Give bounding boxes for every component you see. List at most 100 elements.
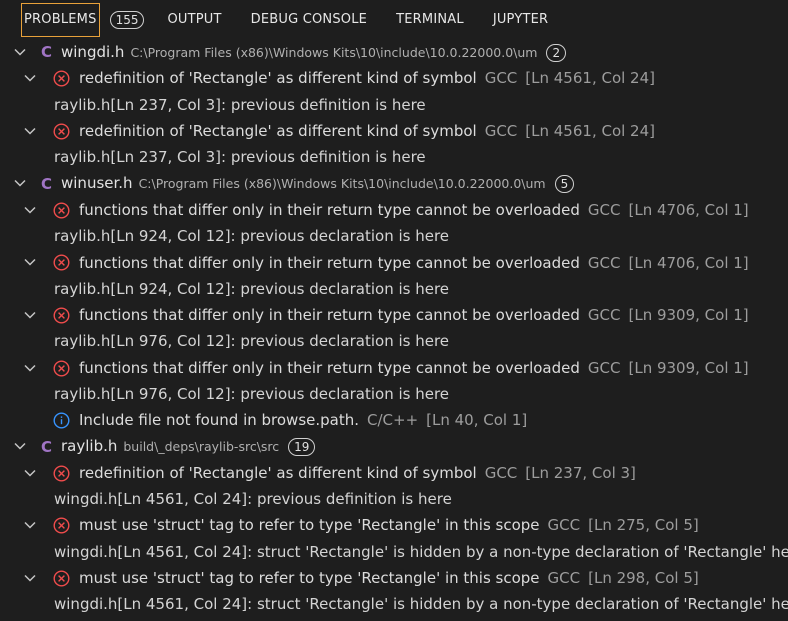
related-info-text: raylib.h[Ln 924, Col 12]: previous decla… xyxy=(54,227,450,246)
chevron-down-icon[interactable] xyxy=(22,570,38,586)
error-icon xyxy=(53,570,70,587)
tab-jupyter[interactable]: JUPYTER xyxy=(490,3,551,37)
file-path: build\_deps\raylib-src\src xyxy=(123,439,280,455)
problem-location: [Ln 9309, Col 1] xyxy=(628,306,749,325)
file-group-row[interactable]: Cwingdi.h C:\Program Files (x86)\Windows … xyxy=(0,39,788,65)
related-info-text: raylib.h[Ln 976, Col 12]: previous decla… xyxy=(54,385,450,403)
problem-row[interactable]: redefinition of 'Rectangle' as different… xyxy=(0,65,788,91)
problem-message: must use 'struct' tag to refer to type '… xyxy=(79,516,540,535)
related-info-row[interactable]: wingdi.h[Ln 4561, Col 24]: struct 'Recta… xyxy=(0,591,788,617)
related-info-text: wingdi.h[Ln 4561, Col 24]: struct 'Recta… xyxy=(54,542,788,561)
problem-location: [Ln 237, Col 3] xyxy=(525,463,636,482)
tab-output[interactable]: OUTPUT xyxy=(164,3,224,37)
file-group-row[interactable]: Cwinuser.h C:\Program Files (x86)\Windows… xyxy=(0,170,788,196)
info-icon xyxy=(53,412,70,429)
problem-location: [Ln 40, Col 1] xyxy=(426,411,528,430)
problem-source: GCC xyxy=(587,200,621,219)
problem-row[interactable]: must use 'struct' tag to refer to type '… xyxy=(0,512,788,538)
chevron-down-icon[interactable] xyxy=(22,70,38,86)
problem-source: GCC xyxy=(484,69,518,88)
problem-row[interactable]: Include file not found in browse.path. C/… xyxy=(0,407,788,433)
problem-message: redefinition of 'Rectangle' as different… xyxy=(79,463,477,482)
related-info-row[interactable]: wingdi.h[Ln 4561, Col 24]: struct 'Recta… xyxy=(0,539,788,565)
problem-source: GCC xyxy=(587,358,621,377)
problem-message: must use 'struct' tag to refer to type '… xyxy=(79,569,540,588)
error-icon xyxy=(53,70,70,87)
problem-message: redefinition of 'Rectangle' as different… xyxy=(79,122,477,141)
error-icon xyxy=(53,517,70,534)
problem-row[interactable]: redefinition of 'Rectangle' as different… xyxy=(0,460,788,486)
file-name: raylib.h xyxy=(61,437,118,456)
problem-location: [Ln 275, Col 5] xyxy=(588,516,699,535)
problem-source: C/C++ xyxy=(367,411,419,430)
error-icon xyxy=(53,123,70,140)
related-info-row[interactable]: raylib.h[Ln 924, Col 12]: previous decla… xyxy=(0,276,788,302)
file-problem-count-badge: 5 xyxy=(554,175,575,194)
related-info-text: wingdi.h[Ln 4561, Col 24]: struct 'Recta… xyxy=(54,595,788,614)
file-header: raylib.h build\_deps\raylib-src\src 19 xyxy=(61,437,316,457)
file-group-row[interactable]: Craylib.h build\_deps\raylib-src\src 19 xyxy=(0,433,788,459)
problem-text: functions that differ only in their retu… xyxy=(79,306,749,324)
related-info-text: raylib.h[Ln 237, Col 3]: previous defini… xyxy=(54,95,426,114)
c-file-icon: C xyxy=(41,437,53,456)
related-info-row[interactable]: raylib.h[Ln 237, Col 3]: previous defini… xyxy=(0,92,788,118)
error-icon xyxy=(53,465,70,482)
problems-tree: Cwingdi.h C:\Program Files (x86)\Windows … xyxy=(0,39,788,618)
problem-text: must use 'struct' tag to refer to type '… xyxy=(79,516,699,534)
problem-row[interactable]: functions that differ only in their retu… xyxy=(0,249,788,275)
problem-source: GCC xyxy=(547,516,581,535)
problem-location: [Ln 298, Col 5] xyxy=(588,569,699,588)
related-info-row[interactable]: raylib.h[Ln 976, Col 12]: previous decla… xyxy=(0,381,788,407)
problem-row[interactable]: redefinition of 'Rectangle' as different… xyxy=(0,118,788,144)
tab-problems[interactable]: PROBLEMS xyxy=(21,2,100,37)
chevron-down-icon[interactable] xyxy=(22,517,38,533)
chevron-down-icon[interactable] xyxy=(22,123,38,139)
file-path: C:\Program Files (x86)\Windows Kits\10\i… xyxy=(130,44,538,60)
related-info-row[interactable]: raylib.h[Ln 924, Col 12]: previous decla… xyxy=(0,223,788,249)
problem-message: functions that differ only in their retu… xyxy=(79,200,580,219)
file-name: winuser.h xyxy=(61,174,133,193)
problem-source: GCC xyxy=(484,122,518,141)
problems-count-badge: 155 xyxy=(109,10,145,29)
related-info-row[interactable]: wingdi.h[Ln 4561, Col 24]: previous defi… xyxy=(0,486,788,512)
tab-terminal[interactable]: TERMINAL xyxy=(393,3,467,37)
problem-text: functions that differ only in their retu… xyxy=(79,254,749,272)
problem-message: Include file not found in browse.path. xyxy=(79,411,360,430)
problem-source: GCC xyxy=(484,463,518,482)
related-info-text: wingdi.h[Ln 4561, Col 24]: previous defi… xyxy=(54,490,452,509)
problem-location: [Ln 4706, Col 1] xyxy=(628,200,749,219)
error-icon xyxy=(53,254,70,271)
chevron-down-icon[interactable] xyxy=(22,202,38,218)
file-name: wingdi.h xyxy=(61,42,125,61)
problem-source: GCC xyxy=(547,569,581,588)
problem-location: [Ln 4561, Col 24] xyxy=(525,69,656,88)
problem-row[interactable]: functions that differ only in their retu… xyxy=(0,302,788,328)
chevron-down-icon[interactable] xyxy=(12,175,28,191)
problem-row[interactable]: functions that differ only in their retu… xyxy=(0,197,788,223)
c-file-icon: C xyxy=(41,174,53,193)
problem-source: GCC xyxy=(587,253,621,272)
problem-text: redefinition of 'Rectangle' as different… xyxy=(79,122,655,140)
chevron-down-icon[interactable] xyxy=(22,360,38,376)
tab-debug-console[interactable]: DEBUG CONSOLE xyxy=(248,3,370,37)
chevron-down-icon[interactable] xyxy=(22,254,38,270)
chevron-down-icon[interactable] xyxy=(12,44,28,60)
error-icon xyxy=(53,360,70,377)
file-path: C:\Program Files (x86)\Windows Kits\10\i… xyxy=(138,176,546,192)
c-file-icon: C xyxy=(41,43,53,62)
problem-message: functions that differ only in their retu… xyxy=(79,306,580,325)
problem-row[interactable]: functions that differ only in their retu… xyxy=(0,355,788,381)
problem-source: GCC xyxy=(587,306,621,325)
file-problem-count-badge: 19 xyxy=(288,438,316,457)
problem-text: must use 'struct' tag to refer to type '… xyxy=(79,569,699,587)
chevron-down-icon[interactable] xyxy=(12,438,28,454)
chevron-down-icon[interactable] xyxy=(22,465,38,481)
problem-text: functions that differ only in their retu… xyxy=(79,201,749,219)
related-info-text: raylib.h[Ln 976, Col 12]: previous decla… xyxy=(54,332,450,351)
problem-message: redefinition of 'Rectangle' as different… xyxy=(79,69,477,88)
related-info-row[interactable]: raylib.h[Ln 237, Col 3]: previous defini… xyxy=(0,144,788,170)
error-icon xyxy=(53,307,70,324)
problem-row[interactable]: must use 'struct' tag to refer to type '… xyxy=(0,565,788,591)
related-info-row[interactable]: raylib.h[Ln 976, Col 12]: previous decla… xyxy=(0,328,788,354)
chevron-down-icon[interactable] xyxy=(22,307,38,323)
